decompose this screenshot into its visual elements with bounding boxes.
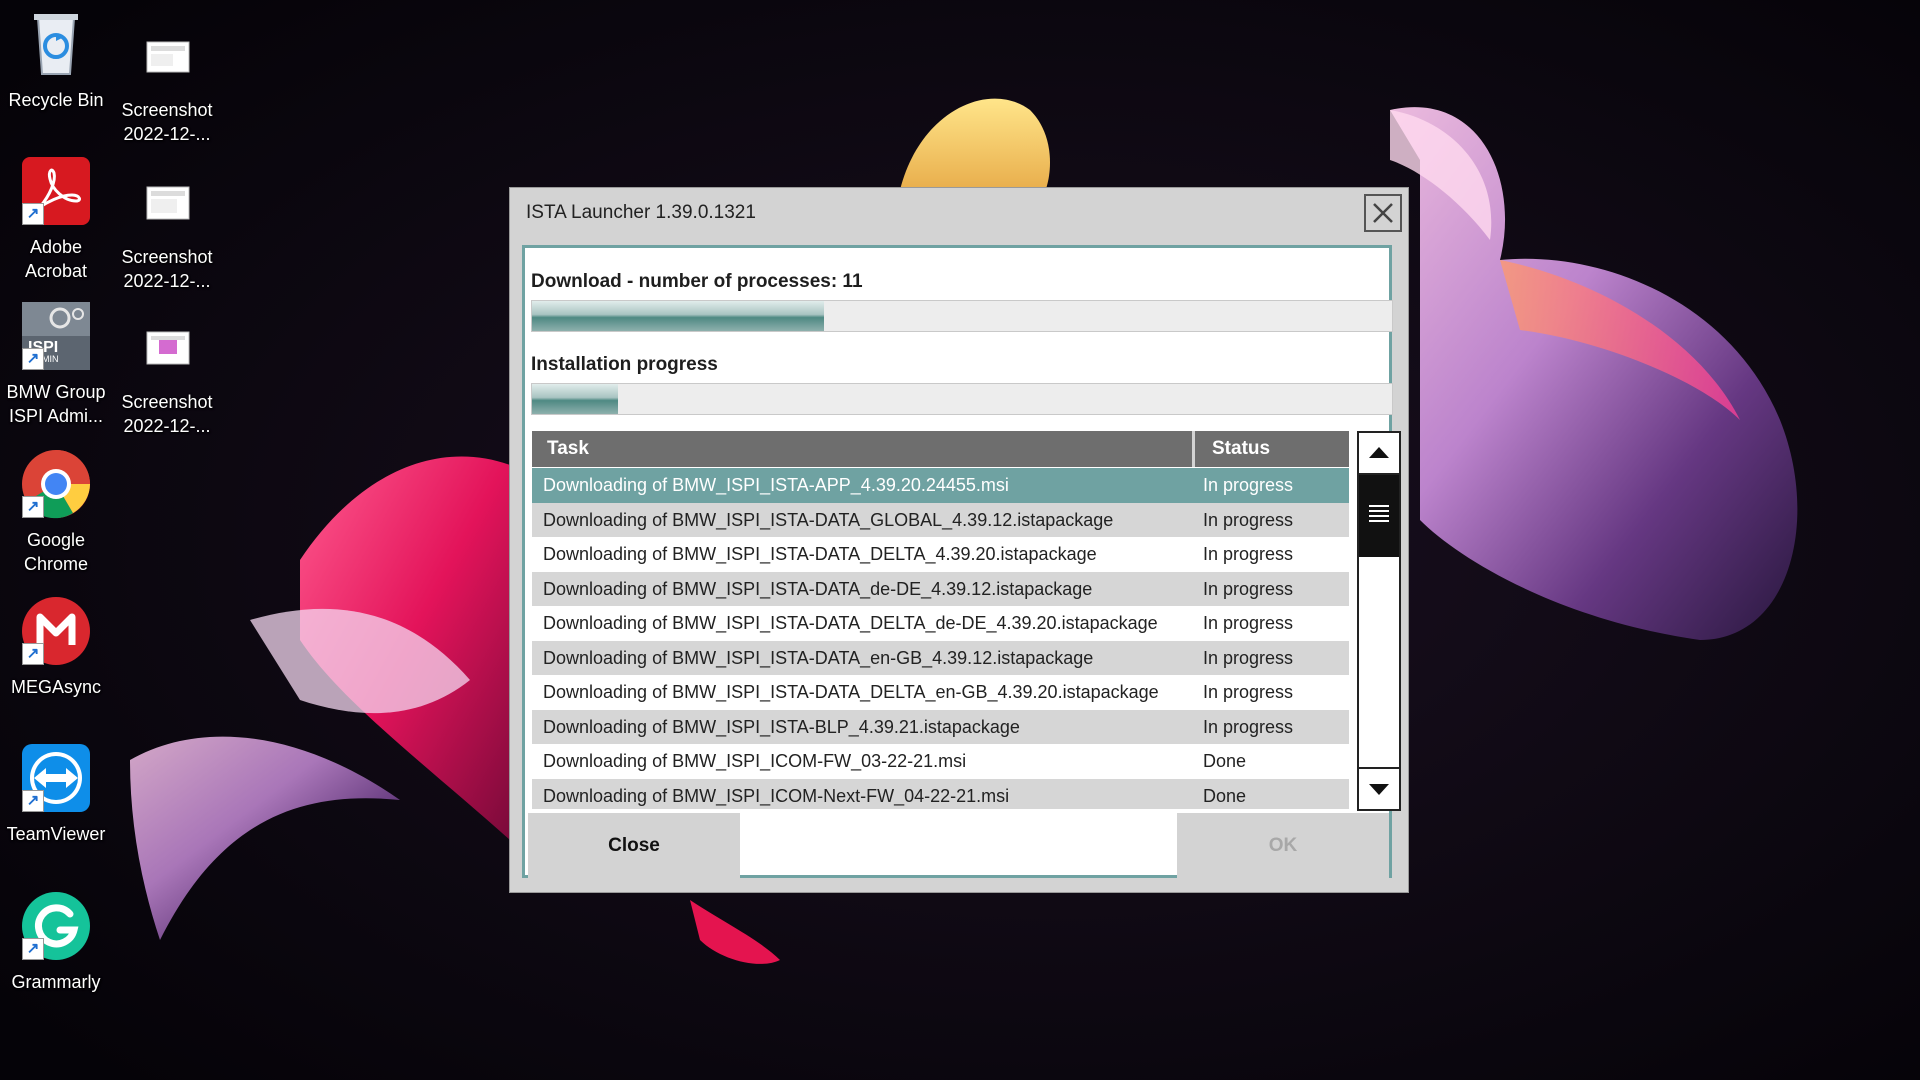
table-row[interactable]: Downloading of BMW_ISPI_ISTA-DATA_GLOBAL… [532,502,1349,537]
task-table-body: Downloading of BMW_ISPI_ISTA-APP_4.39.20… [532,468,1349,809]
table-row[interactable]: Downloading of BMW_ISPI_ICOM-FW_03-22-21… [532,744,1349,779]
status-cell: In progress [1203,682,1294,702]
shortcut-arrow-icon: ↗ [22,938,44,960]
dialog-titlebar[interactable]: ISTA Launcher 1.39.0.1321 [510,188,1408,238]
desktop-icon-label: TeamViewer [6,824,106,844]
desktop-icon-megasync[interactable]: ↗ MEGAsync [0,595,112,699]
status-cell: In progress [1203,544,1294,564]
table-row[interactable]: Downloading of BMW_ISPI_ISTA-BLP_4.39.21… [532,709,1349,744]
grip-line [1369,515,1389,517]
shortcut-arrow-icon: ↗ [22,348,44,370]
desktop-icon-grammarly[interactable]: ↗ Grammarly [0,890,112,994]
shortcut-arrow-icon: ↗ [22,790,44,812]
desktop-icon-label: Recycle Bin [8,90,104,110]
status-cell: In progress [1203,647,1294,668]
task-cell: Downloading of BMW_ISPI_ICOM-Next-FW_04-… [543,785,1010,806]
column-header-status[interactable]: Status [1198,431,1349,467]
task-table: Task Status Downloading of BMW_ISPI_ISTA… [532,431,1349,809]
desktop-icon-label: MEGAsync [10,677,102,697]
image-file-icon [131,310,203,382]
ok-button[interactable]: OK [1177,813,1389,879]
table-row[interactable]: Downloading of BMW_ISPI_ISTA-DATA_en-GB_… [532,640,1349,675]
task-table-header: Task Status [532,431,1349,467]
task-cell: Downloading of BMW_ISPI_ISTA-BLP_4.39.21… [543,716,1020,737]
installation-label: Installation progress [531,354,718,375]
shortcut-arrow-icon: ↗ [22,203,44,225]
triangle-up-icon [1369,447,1389,458]
close-icon [1373,203,1393,223]
desktop-icon-adobe-acrobat[interactable]: ↗ Adobe Acrobat [0,155,112,283]
teamviewer-icon: ↗ [20,742,92,814]
download-label: Download - number of processes: 11 [531,271,863,292]
task-cell: Downloading of BMW_ISPI_ISTA-DATA_DELTA_… [543,682,1159,702]
scroll-down-button[interactable] [1359,767,1399,809]
desktop-icon-label: Adobe Acrobat [24,237,88,281]
image-file-icon [131,18,203,90]
column-header-task[interactable]: Task [532,431,1195,467]
table-row[interactable]: Downloading of BMW_ISPI_ISTA-APP_4.39.20… [532,468,1349,503]
dialog-close-button[interactable] [1364,194,1402,232]
bmw-ispi-admin-icon: ISPI MIN ↗ [20,300,92,372]
desktop-icon-teamviewer[interactable]: ↗ TeamViewer [0,742,112,846]
table-row[interactable]: Downloading of BMW_ISPI_ISTA-DATA_DELTA_… [532,606,1349,641]
task-cell: Downloading of BMW_ISPI_ISTA-DATA_de-DE_… [543,578,1093,599]
recycle-bin-icon [20,8,92,80]
status-cell: In progress [1203,509,1294,530]
dialog-content: Download - number of processes: 11 Insta… [522,245,1401,879]
status-cell: In progress [1203,578,1294,599]
megasync-icon: ↗ [20,595,92,667]
table-row[interactable]: Downloading of BMW_ISPI_ISTA-DATA_DELTA_… [532,675,1349,710]
status-cell: Done [1203,751,1247,771]
desktop-icon-label: BMW Group ISPI Admi... [6,382,106,426]
grip-line [1369,510,1389,512]
desktop-icon-label: Google Chrome [23,530,89,574]
grip-line [1369,505,1389,507]
google-chrome-icon: ↗ [20,448,92,520]
status-cell: Done [1203,785,1247,806]
triangle-down-icon [1369,784,1389,795]
adobe-acrobat-icon: ↗ [20,155,92,227]
task-cell: Downloading of BMW_ISPI_ICOM-FW_03-22-21… [543,751,967,771]
scroll-up-button[interactable] [1359,433,1399,475]
desktop-icon-screenshot-1[interactable]: Screenshot 2022-12-... [111,18,223,146]
table-row[interactable]: Downloading of BMW_ISPI_ICOM-Next-FW_04-… [532,778,1349,809]
task-cell: Downloading of BMW_ISPI_ISTA-DATA_DELTA_… [543,544,1097,564]
status-cell: In progress [1203,475,1294,495]
installation-progress-fill [532,384,618,414]
ispi-badge-subtext: MIN [42,354,59,364]
status-cell: In progress [1203,613,1294,633]
table-row[interactable]: Downloading of BMW_ISPI_ISTA-DATA_de-DE_… [532,571,1349,606]
desktop-icon-label: Screenshot 2022-12-... [121,392,213,436]
desktop-icon-bmw-ispi-admin[interactable]: ISPI MIN ↗ BMW Group ISPI Admi... [0,300,112,428]
desktop-icon-google-chrome[interactable]: ↗ Google Chrome [0,448,112,576]
grammarly-icon: ↗ [20,890,92,962]
desktop-icon-screenshot-3[interactable]: Screenshot 2022-12-... [111,310,223,438]
scroll-thumb[interactable] [1359,475,1399,557]
shortcut-arrow-icon: ↗ [22,643,44,665]
grip-line [1369,520,1389,522]
task-cell: Downloading of BMW_ISPI_ISTA-DATA_en-GB_… [543,647,1094,668]
download-progress-fill [532,301,825,331]
dialog-title: ISTA Launcher 1.39.0.1321 [526,202,756,223]
table-row[interactable]: Downloading of BMW_ISPI_ISTA-DATA_DELTA_… [532,537,1349,572]
download-progress-bar [531,300,1393,332]
desktop-icon-label: Screenshot 2022-12-... [121,247,213,291]
desktop-icon-label: Grammarly [11,972,101,992]
task-cell: Downloading of BMW_ISPI_ISTA-DATA_GLOBAL… [543,509,1114,530]
status-cell: In progress [1203,716,1294,737]
task-cell: Downloading of BMW_ISPI_ISTA-DATA_DELTA_… [543,613,1158,633]
task-cell: Downloading of BMW_ISPI_ISTA-APP_4.39.20… [543,475,1009,495]
close-button[interactable]: Close [528,813,740,879]
ista-launcher-dialog: ISTA Launcher 1.39.0.1321 Download - num… [510,188,1408,892]
desktop-icon-screenshot-2[interactable]: Screenshot 2022-12-... [111,165,223,293]
task-table-scrollbar[interactable] [1357,431,1401,811]
desktop-icon-recycle-bin[interactable]: Recycle Bin [0,8,112,112]
image-file-icon [131,165,203,237]
shortcut-arrow-icon: ↗ [22,496,44,518]
desktop-icon-label: Screenshot 2022-12-... [121,100,213,144]
installation-progress-bar [531,383,1393,415]
